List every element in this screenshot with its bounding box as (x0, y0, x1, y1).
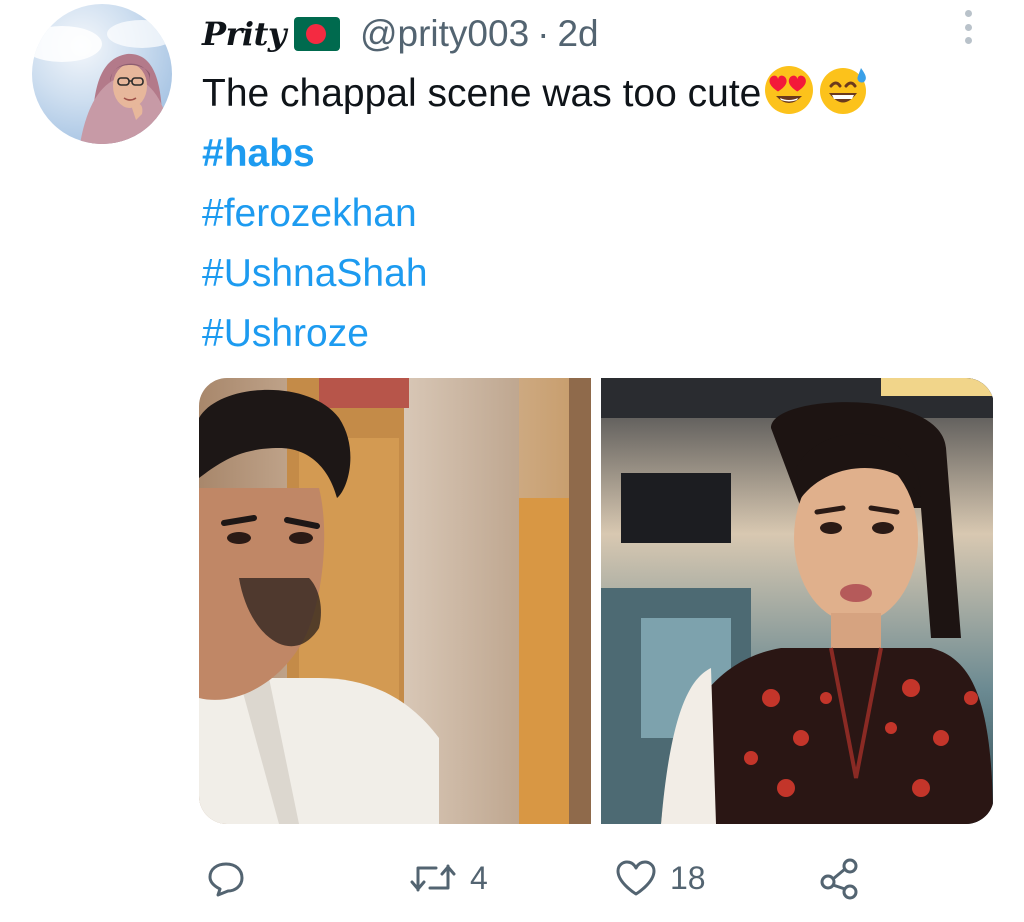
tweet-age[interactable]: 2d (557, 13, 598, 55)
more-options-icon[interactable] (960, 10, 976, 44)
hashtag-link[interactable]: #UshnaShah (202, 244, 428, 304)
tweet-header: Prity @prity003 · 2d (202, 10, 599, 58)
retweet-button[interactable]: 4 (408, 848, 488, 908)
hashtag-link[interactable]: #habs (202, 124, 428, 184)
display-name[interactable]: Prity (202, 15, 286, 53)
retweet-count: 4 (470, 859, 488, 896)
heart-icon (616, 860, 656, 896)
tweet-card: Prity @prity003 · 2d The chappal scene w… (0, 0, 1024, 922)
share-icon (820, 858, 858, 900)
retweet-icon (410, 864, 456, 892)
grinning-sweat-emoji (820, 68, 867, 114)
reply-icon (208, 862, 244, 897)
reply-button[interactable] (206, 848, 258, 908)
like-button[interactable]: 18 (614, 848, 706, 908)
like-count: 18 (670, 859, 706, 896)
heart-eyes-emoji (765, 66, 814, 114)
user-handle[interactable]: @prity003 (360, 13, 529, 55)
tweet-actions: 4 18 (0, 848, 1024, 908)
separator-dot: · (537, 13, 550, 54)
bangladesh-flag-icon (293, 17, 340, 51)
hashtag-link[interactable]: #Ushroze (202, 304, 428, 364)
share-button[interactable] (818, 848, 874, 908)
man-in-white-shirt-photo[interactable] (199, 378, 591, 824)
woman-in-red-black-kurta-photo[interactable] (601, 378, 993, 824)
tweet-text-content: The chappal scene was too cute (202, 72, 762, 115)
media-grid (199, 378, 994, 824)
avatar[interactable] (32, 4, 172, 144)
tweet-text: The chappal scene was too cute (202, 64, 869, 124)
hashtag-list: #habs #ferozekhan #UshnaShah #Ushroze (202, 124, 428, 364)
hashtag-link[interactable]: #ferozekhan (202, 184, 428, 244)
